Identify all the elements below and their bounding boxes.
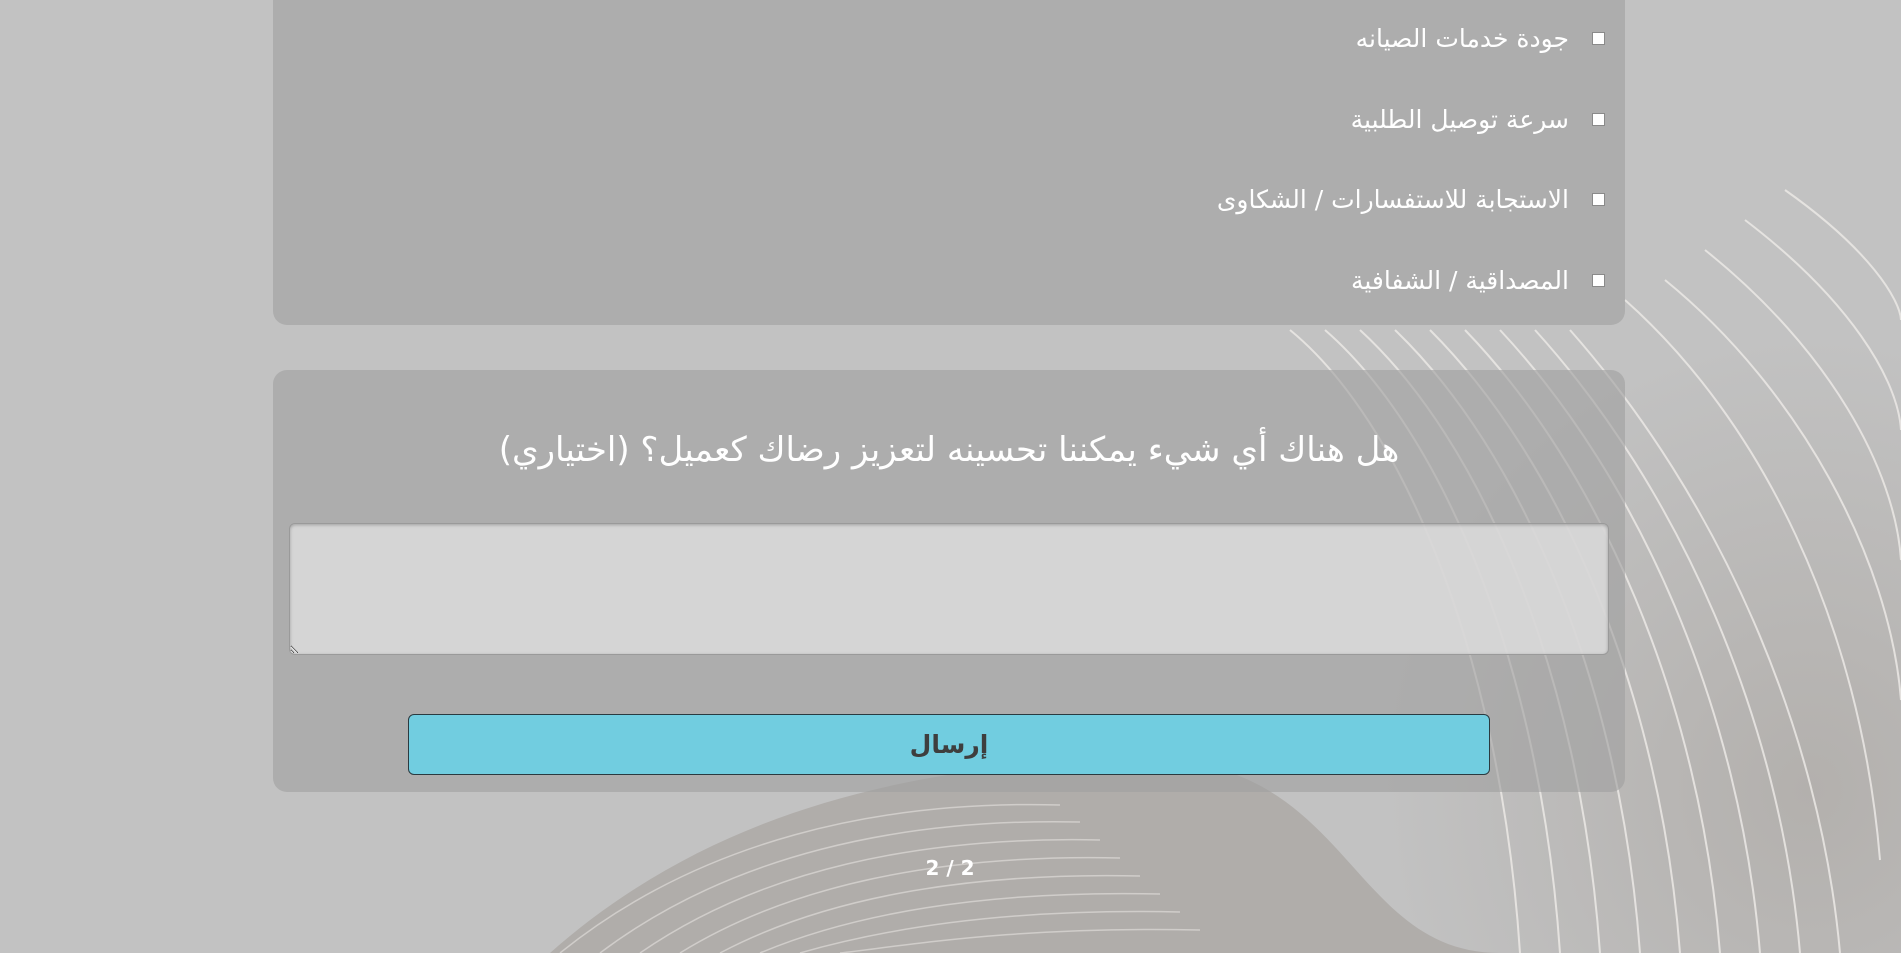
improvement-question-card: هل هناك أي شيء يمكننا تحسينه لتعزيز رضاك… [273,370,1625,792]
submit-button[interactable]: إرسال [408,714,1490,775]
option-label: الاستجابة للاستفسارات / الشكاوى [1216,185,1569,214]
page-indicator: 2 / 2 [925,856,975,880]
checkbox-maintenance-quality[interactable] [1592,32,1605,45]
option-transparency[interactable]: المصداقية / الشفافية [1351,266,1605,295]
checkbox-delivery-speed[interactable] [1592,113,1605,126]
option-label: جودة خدمات الصيانه [1355,24,1569,53]
improvement-answer-textarea[interactable] [289,523,1609,655]
options-card: جودة خدمات الصيانه سرعة توصيل الطلبية ال… [273,0,1625,325]
question-title: هل هناك أي شيء يمكننا تحسينه لتعزيز رضاك… [498,430,1400,470]
option-label: سرعة توصيل الطلبية [1350,105,1569,134]
option-maintenance-quality[interactable]: جودة خدمات الصيانه [1356,24,1605,53]
checkbox-transparency[interactable] [1592,274,1605,287]
option-inquiry-response[interactable]: الاستجابة للاستفسارات / الشكاوى [1217,185,1605,214]
checkbox-inquiry-response[interactable] [1592,193,1605,206]
option-delivery-speed[interactable]: سرعة توصيل الطلبية [1351,105,1605,134]
option-label: المصداقية / الشفافية [1350,266,1569,295]
